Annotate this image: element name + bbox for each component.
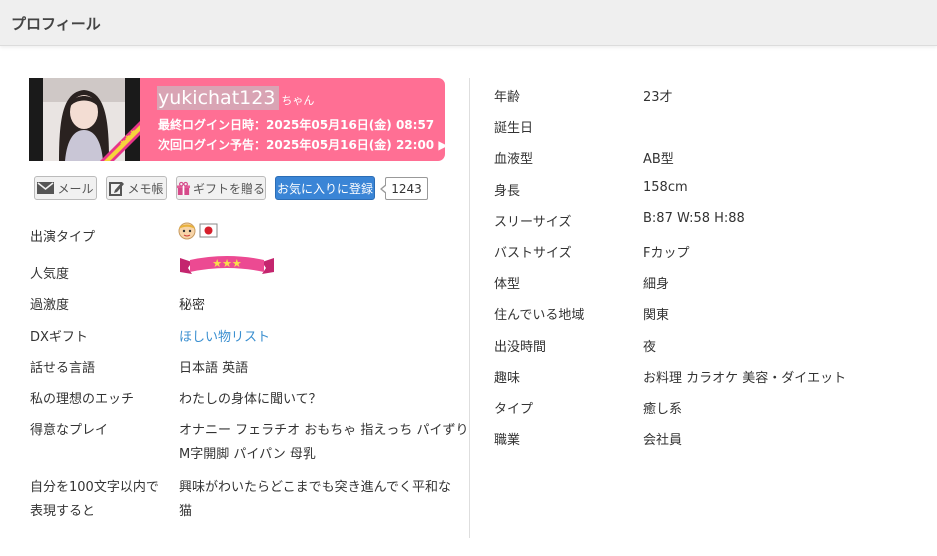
hobby-label: 趣味 — [494, 371, 521, 386]
column-divider — [469, 78, 470, 538]
profile-photo[interactable]: ★★★ — [29, 78, 140, 161]
memo-edit-icon — [109, 181, 125, 196]
bust-size-value: Fカップ — [643, 246, 690, 261]
birthday-label: 誕生日 — [494, 121, 534, 136]
blood-type-label: 血液型 — [494, 152, 534, 167]
bust-size-label: バストサイズ — [494, 246, 572, 261]
self-description-label-line1: 自分を100文字以内で — [30, 480, 159, 495]
personality-type-label: タイプ — [494, 402, 534, 417]
age-value: 23才 — [643, 90, 673, 105]
occupation-value: 会社員 — [643, 433, 683, 448]
active-time-label: 出没時間 — [494, 340, 547, 355]
gift-icon — [177, 181, 190, 195]
username-suffix: ちゃん — [281, 94, 315, 107]
gift-button-label: ギフトを贈る — [192, 181, 265, 196]
popularity-star-ribbon-icon: ★★★ — [180, 256, 274, 274]
last-login-time: 最終ログイン日時：2025年05月16日(金) 08:57 — [158, 118, 435, 132]
appearance-type-icons — [178, 222, 220, 244]
username: yukichat123 — [157, 86, 280, 110]
wishlist-link[interactable]: ほしい物リスト — [179, 326, 270, 345]
languages-value: 日本語 英語 — [179, 361, 249, 376]
ideal-value: わたしの身体に聞いて？ — [179, 392, 322, 407]
height-value: 158cm — [643, 180, 688, 195]
appearance-type-label: 出演タイプ — [30, 230, 96, 245]
add-favorite-button[interactable]: お気に入りに登録 — [275, 176, 375, 200]
intensity-label: 過激度 — [30, 298, 70, 313]
ideal-label: 私の理想のエッチ — [30, 392, 135, 407]
self-description-label-line2: 表現すると — [30, 504, 96, 519]
blood-type-value: AB型 — [643, 152, 674, 167]
username-row: yukichat123 ちゃん — [157, 86, 314, 110]
favorite-play-label: 得意なプレイ — [30, 423, 109, 438]
favorite-play-value-line2: M字開脚 パイパン 母乳 — [179, 447, 316, 462]
personality-type-value: 癒し系 — [643, 402, 683, 417]
rank-ribbon-badge: ★★★ — [100, 121, 140, 161]
languages-label: 話せる言語 — [30, 361, 96, 376]
body-type-label: 体型 — [494, 277, 521, 292]
intensity-value: 秘密 — [179, 298, 206, 313]
mail-icon — [37, 182, 55, 194]
active-time-value: 夜 — [643, 340, 657, 355]
height-label: 身長 — [494, 184, 521, 199]
dx-gift-label: DXギフト — [30, 330, 88, 345]
region-value: 関東 — [643, 308, 670, 323]
profile-card: yukichat123 ちゃん 最終ログイン日時：2025年05月16日(金) 0… — [140, 78, 448, 161]
page-title: プロフィール — [11, 15, 101, 33]
self-description-value-line2: 猫 — [179, 504, 193, 519]
occupation-label: 職業 — [494, 433, 521, 448]
memo-button-label: メモ帳 — [127, 181, 164, 196]
favorite-play-value-line1: オナニー フェラチオ おもちゃ 指えっち パイずり — [179, 423, 469, 438]
body-type-value: 細身 — [643, 277, 670, 292]
mail-button[interactable]: メール — [34, 176, 97, 200]
svg-text:★★★: ★★★ — [212, 257, 242, 270]
memo-button[interactable]: メモ帳 — [106, 176, 167, 200]
popularity-label: 人気度 — [30, 267, 70, 282]
next-login-notice[interactable]: 次回ログイン予告：2025年05月16日(金) 22:00 ▶ — [158, 136, 448, 153]
three-sizes-value: B:87 W:58 H:88 — [643, 211, 745, 226]
mail-button-label: メール — [57, 181, 94, 196]
favorite-count-badge: 1243 — [380, 177, 428, 200]
add-favorite-button-label: お気に入りに登録 — [276, 181, 373, 196]
appearance-type-icon — [178, 222, 218, 240]
gift-button[interactable]: ギフトを贈る — [176, 176, 266, 200]
self-description-value-line1: 興味がわいたらどこまでも突き進んでく平和な — [179, 480, 451, 495]
profile-header: プロフィール — [0, 0, 937, 46]
region-label: 住んでいる地域 — [494, 308, 585, 323]
popularity-ribbon: ★★★ — [178, 252, 276, 282]
age-label: 年齢 — [494, 90, 521, 105]
three-sizes-label: スリーサイズ — [494, 215, 572, 230]
hobby-value: お料理 カラオケ 美容・ダイエット — [643, 371, 847, 386]
